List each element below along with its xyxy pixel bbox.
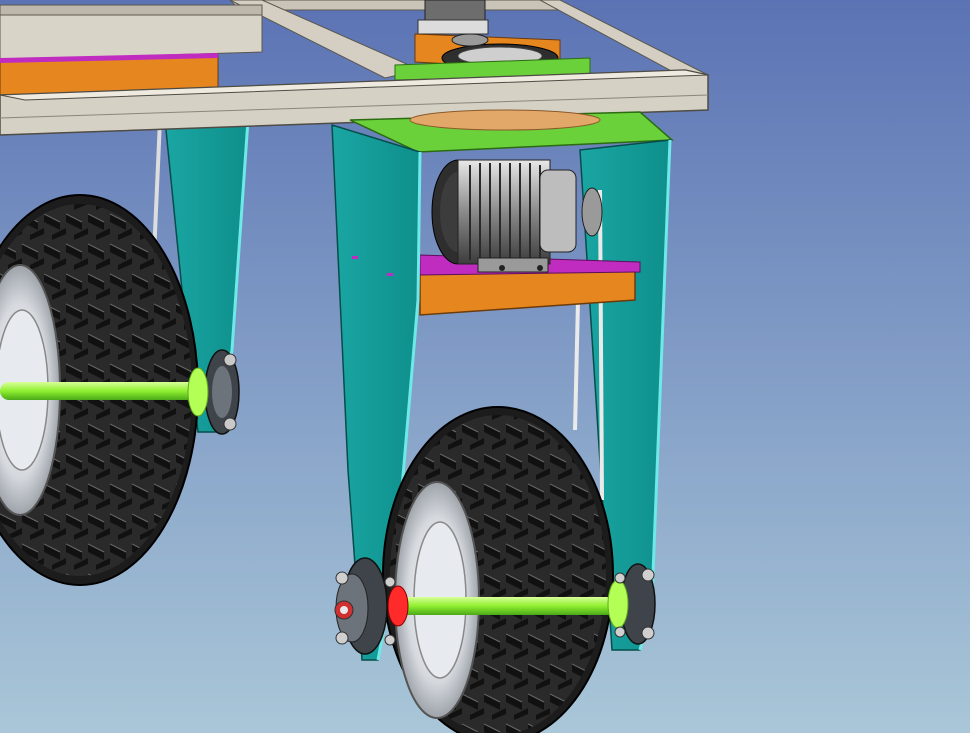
motor-icon — [431, 159, 603, 273]
hub-collar — [387, 585, 409, 627]
center-axle — [400, 597, 615, 615]
center-right-bearing-icon — [607, 563, 656, 645]
cad-model-drawing — [0, 0, 710, 733]
left-axle — [0, 382, 200, 400]
left-wheel-assembly — [0, 119, 250, 586]
center-wheel-icon — [382, 406, 614, 733]
cad-viewport[interactable] — [0, 0, 970, 733]
